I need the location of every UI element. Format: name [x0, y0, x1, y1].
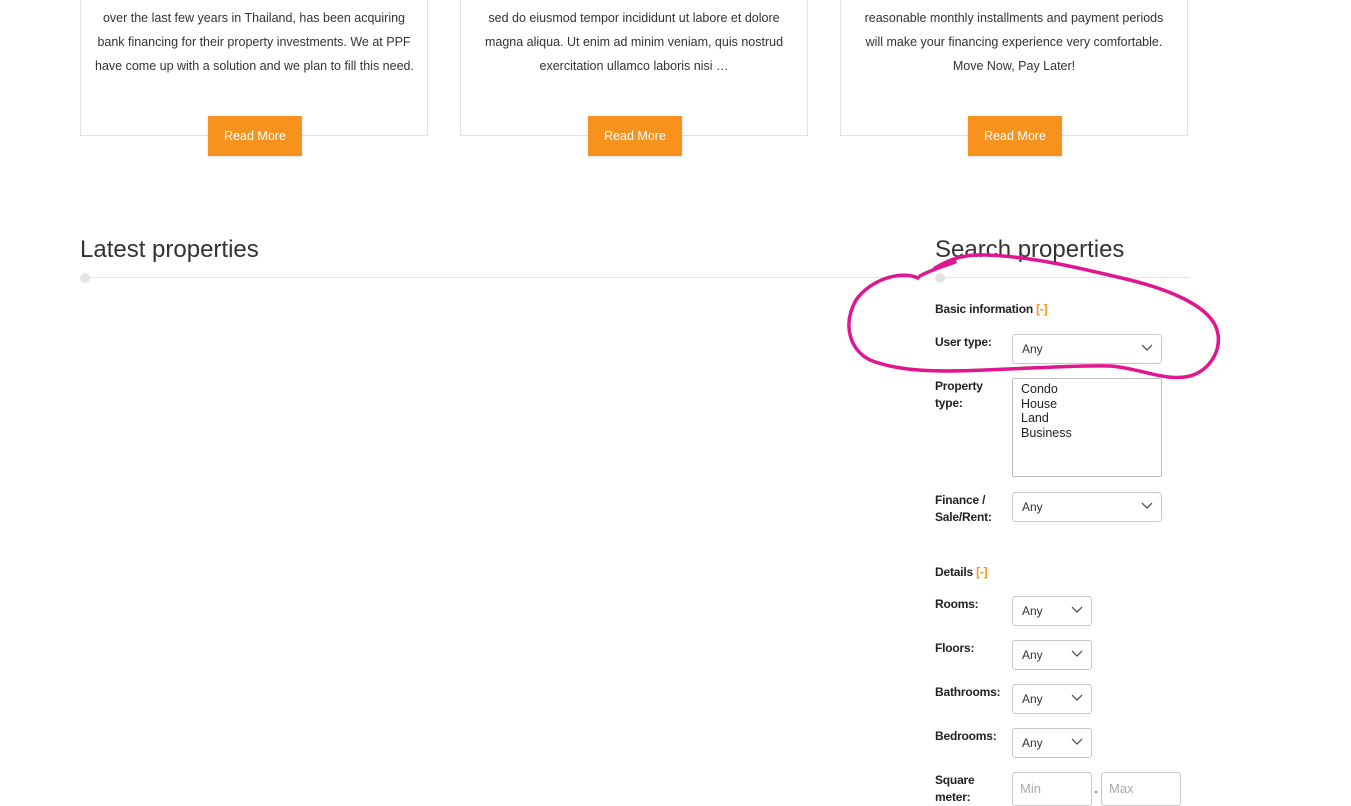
rooms-select[interactable]: Any: [1012, 596, 1092, 626]
floors-select[interactable]: Any: [1012, 640, 1092, 670]
read-more-button[interactable]: Read More: [968, 116, 1062, 156]
chevron-down-icon: [1071, 738, 1083, 745]
details-label: Details: [935, 565, 973, 579]
read-more-button[interactable]: Read More: [588, 116, 682, 156]
square-meter-max-input[interactable]: Max: [1101, 772, 1181, 806]
user-type-label: User type:: [935, 335, 992, 349]
chevron-down-icon: [1141, 344, 1153, 351]
card-text: over the last few years in Thailand, has…: [81, 6, 427, 78]
square-meter-min-input[interactable]: Min: [1012, 772, 1092, 806]
floors-label: Floors:: [935, 641, 975, 655]
latest-properties-title: Latest properties: [80, 236, 259, 263]
search-properties-title: Search properties: [935, 236, 1125, 263]
card-text-line: over the last few years in Thailand, has…: [102, 11, 406, 25]
card-text-line: Move Now, Pay Later!: [952, 59, 1076, 73]
bedrooms-label: Bedrooms:: [935, 729, 997, 743]
divider-dot: [80, 273, 90, 283]
chevron-down-icon: [1071, 606, 1083, 613]
card-text-line: have come up with a solution and we plan…: [95, 59, 414, 73]
collapse-toggle[interactable]: [-]: [976, 565, 988, 579]
square-meter-label: Square meter:: [935, 773, 975, 804]
card-text: sed do eiusmod tempor incididunt ut labo…: [461, 6, 807, 78]
card-text-line: magna aliqua. Ut enim ad minim veniam, q…: [484, 35, 784, 49]
card-text-line: exercitation ullamco laboris nisi …: [539, 59, 729, 73]
basic-information-label: Basic information: [935, 302, 1033, 316]
range-separator: -: [1094, 784, 1098, 798]
user-type-value: Any: [1022, 342, 1043, 356]
finance-label: Finance / Sale/Rent:: [935, 493, 992, 524]
property-type-option[interactable]: Land: [1021, 411, 1161, 426]
bathrooms-label: Bathrooms:: [935, 685, 1001, 699]
section-divider: [80, 277, 910, 278]
bathrooms-select[interactable]: Any: [1012, 684, 1092, 714]
property-type-option[interactable]: Business: [1021, 426, 1161, 441]
card-text-line: reasonable monthly installments and paym…: [864, 11, 1164, 25]
card-text: reasonable monthly installments and paym…: [841, 6, 1187, 78]
property-type-option[interactable]: Condo: [1021, 382, 1161, 397]
chevron-down-icon: [1071, 650, 1083, 657]
read-more-button[interactable]: Read More: [208, 116, 302, 156]
finance-value: Any: [1022, 500, 1043, 514]
property-type-label: Property type:: [935, 379, 983, 410]
floors-value: Any: [1022, 648, 1043, 662]
user-type-select[interactable]: Any: [1012, 334, 1162, 364]
collapse-toggle[interactable]: [-]: [1036, 302, 1048, 316]
chevron-down-icon: [1141, 502, 1153, 509]
bathrooms-value: Any: [1022, 692, 1043, 706]
chevron-down-icon: [1071, 694, 1083, 701]
card-text-line: will make your financing experience very…: [865, 35, 1163, 49]
details-heading: Details [-]: [935, 564, 1135, 581]
property-type-option[interactable]: House: [1021, 397, 1161, 412]
basic-information-heading: Basic information [-]: [935, 301, 1135, 318]
property-type-listbox[interactable]: Condo House Land Business: [1012, 378, 1162, 477]
bedrooms-value: Any: [1022, 736, 1043, 750]
card-text-line: sed do eiusmod tempor incididunt ut labo…: [488, 11, 780, 25]
card-text-line: bank financing for their property invest…: [97, 35, 411, 49]
finance-select[interactable]: Any: [1012, 492, 1162, 522]
section-divider: [935, 277, 1190, 278]
bedrooms-select[interactable]: Any: [1012, 728, 1092, 758]
rooms-value: Any: [1022, 604, 1043, 618]
rooms-label: Rooms:: [935, 597, 979, 611]
divider-dot: [935, 273, 945, 283]
